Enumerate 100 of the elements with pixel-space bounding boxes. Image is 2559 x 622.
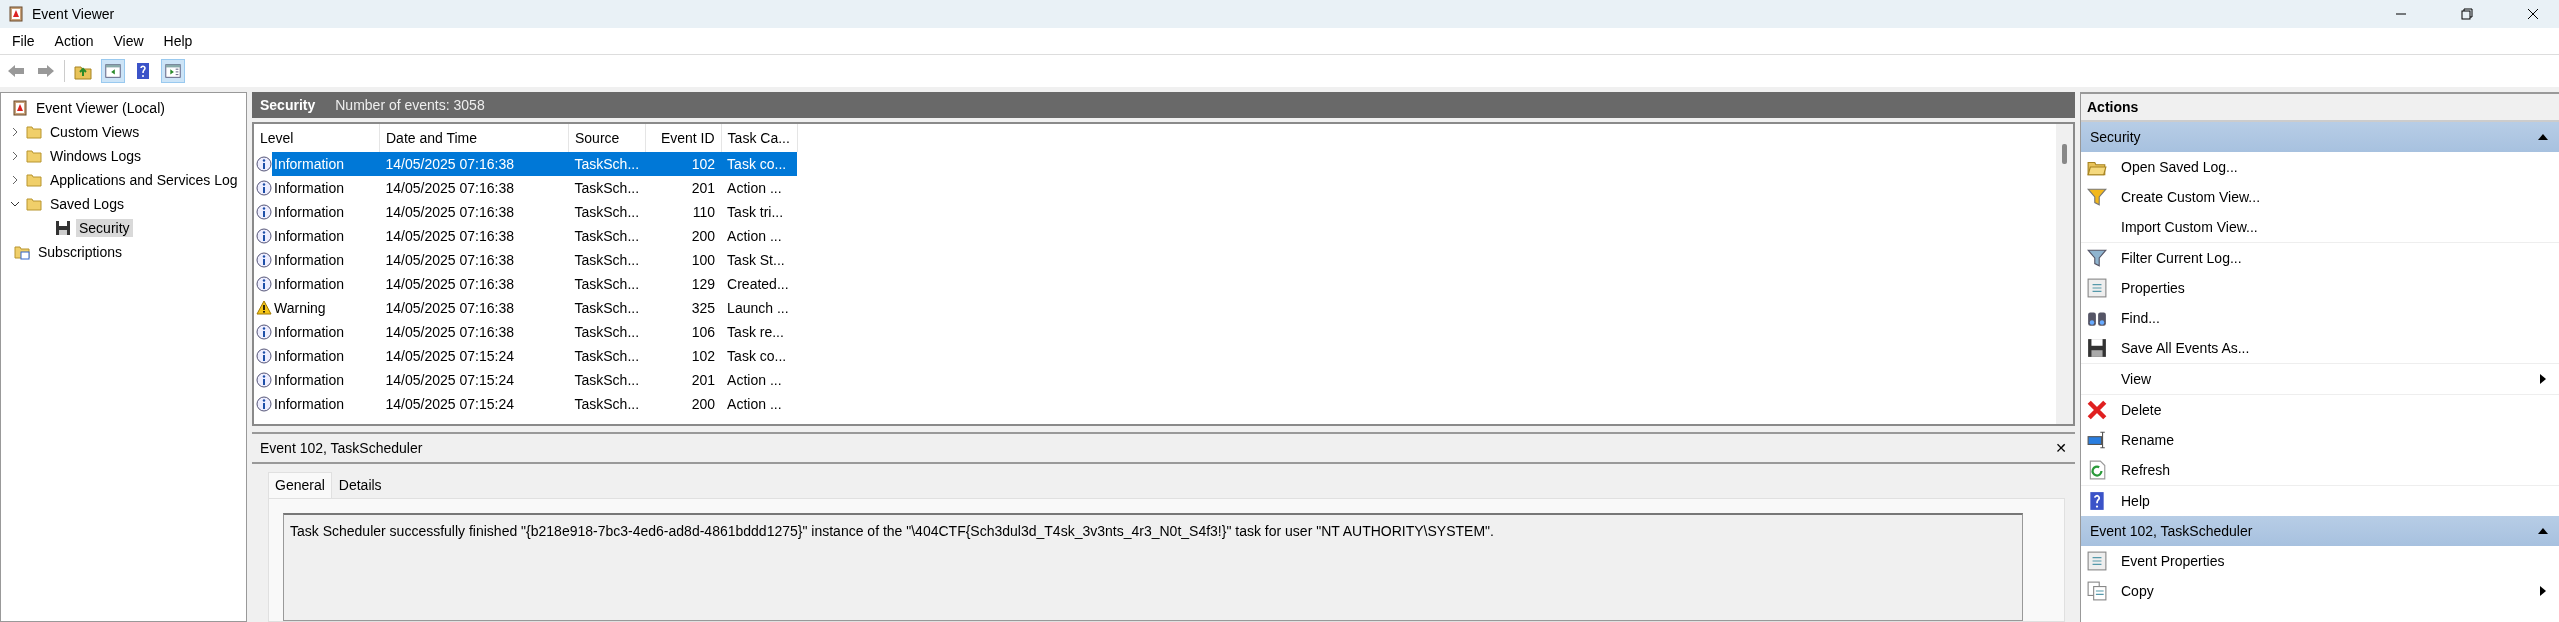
table-cell: 14/05/2025 07:16:38 <box>385 276 514 292</box>
tree-item[interactable]: Windows Logs <box>47 147 145 165</box>
tree-item[interactable]: Custom Views <box>47 123 143 141</box>
table-cell: Task re... <box>727 324 784 340</box>
event-count: Number of events: 3058 <box>335 97 485 113</box>
tree-item[interactable]: Subscriptions <box>35 243 126 261</box>
table-cell: Information <box>274 372 345 388</box>
info-icon <box>256 276 272 292</box>
window-title: Event Viewer <box>32 6 115 22</box>
help-icon <box>2087 491 2107 511</box>
table-cell: 14/05/2025 07:16:38 <box>385 204 514 220</box>
table-cell: Action ... <box>727 180 782 196</box>
close-button[interactable]: ✕ <box>2055 440 2067 456</box>
info-icon <box>256 324 272 340</box>
group-title: Security <box>2090 129 2141 145</box>
pane-command[interactable]: Copy <box>2121 583 2154 599</box>
table-cell: Task tri... <box>727 204 784 220</box>
pane-command[interactable]: View <box>2121 371 2152 387</box>
pane-command[interactable]: Help <box>2121 493 2150 509</box>
event-viewer-icon <box>12 100 28 116</box>
pane-command[interactable]: Open Saved Log... <box>2121 159 2238 175</box>
chevron-right-icon[interactable] <box>10 175 20 185</box>
table-cell: 325 <box>691 300 716 316</box>
table-cell: Information <box>274 348 345 364</box>
close-icon[interactable] <box>2527 8 2539 20</box>
folder-calendar-icon <box>14 244 30 260</box>
table-cell: 129 <box>691 276 716 292</box>
action-pane-icon[interactable] <box>161 59 185 83</box>
table-cell: Task St... <box>727 252 785 268</box>
actions-title: Actions <box>2087 99 2139 115</box>
menu-item[interactable]: View <box>105 31 152 51</box>
table-cell: Information <box>274 180 345 196</box>
collapse-icon[interactable] <box>2537 133 2549 141</box>
pane-command[interactable]: Properties <box>2121 280 2185 296</box>
pane-command[interactable]: Refresh <box>2121 462 2171 478</box>
table-cell: 102 <box>691 156 716 172</box>
pane-command[interactable]: Event Properties <box>2121 553 2225 569</box>
table-cell: Task co... <box>727 156 787 172</box>
chevron-right-icon[interactable] <box>10 127 20 137</box>
menu-item[interactable]: Action <box>46 31 102 51</box>
table-cell: 200 <box>691 228 716 244</box>
pane-command[interactable]: Rename <box>2121 432 2174 448</box>
table-cell: 106 <box>691 324 716 340</box>
group-title: Event 102, TaskScheduler <box>2090 523 2253 539</box>
event-message: Task Scheduler successfully finished "{b218e918-7bc3-4ed6-ad8d-4861bddd1275}" instance of the "\404CTF{Sch3dul3d_T4sk_3v3nts_4r3_N0t_S4f3!}" task for user "NT AUTHORITY\SYSTEM". <box>290 523 1494 539</box>
table-cell: 14/05/2025 07:16:38 <box>385 300 514 316</box>
collapse-icon[interactable] <box>2537 527 2549 535</box>
chevron-down-icon[interactable] <box>10 199 20 209</box>
scrollbar[interactable] <box>2056 124 2073 424</box>
table-cell: Warning <box>274 300 326 316</box>
table-cell: TaskSch... <box>574 204 640 220</box>
tree-item[interactable]: Applications and Services Log <box>47 171 241 189</box>
table-cell: 14/05/2025 07:15:24 <box>385 348 514 364</box>
group-header[interactable]: Security <box>2081 122 2559 152</box>
table-cell: 14/05/2025 07:16:38 <box>385 228 514 244</box>
table-cell: Created... <box>727 276 789 292</box>
refresh-icon <box>2087 460 2107 480</box>
table-cell: TaskSch... <box>574 324 640 340</box>
table-cell: TaskSch... <box>574 180 640 196</box>
table-cell: TaskSch... <box>574 300 640 316</box>
group-header[interactable]: Event 102, TaskScheduler <box>2081 516 2559 546</box>
tab[interactable]: Details <box>331 472 389 498</box>
table-cell: 110 <box>692 204 716 220</box>
copy-icon <box>2087 581 2107 601</box>
menu-item[interactable]: File <box>4 31 43 51</box>
pane-toggle-icon[interactable] <box>101 59 125 83</box>
info-icon <box>256 396 272 412</box>
folder-icon <box>26 196 42 212</box>
table-cell: 201 <box>691 180 716 196</box>
menu-item[interactable]: Help <box>155 31 201 51</box>
tree-item[interactable]: Security <box>76 219 133 237</box>
tree-item[interactable]: Event Viewer (Local) <box>33 99 168 117</box>
log-name: Security <box>260 97 316 113</box>
table-cell: Information <box>274 156 345 172</box>
table-cell: 14/05/2025 07:16:38 <box>385 180 514 196</box>
folder-icon <box>26 172 42 188</box>
pane-command[interactable]: Create Custom View... <box>2121 189 2261 205</box>
table-cell: Information <box>274 324 345 340</box>
pane-command[interactable]: Find... <box>2121 310 2160 326</box>
pane-command[interactable]: Save All Events As... <box>2121 340 2250 356</box>
folder-icon <box>26 148 42 164</box>
tab[interactable]: General <box>268 472 332 498</box>
pane-command[interactable]: Filter Current Log... <box>2121 250 2242 266</box>
info-icon <box>256 228 272 244</box>
info-icon <box>256 180 272 196</box>
info-icon <box>256 156 272 172</box>
scroll-thumb[interactable] <box>2062 144 2067 164</box>
info-icon <box>256 372 272 388</box>
table-cell: Action ... <box>727 372 782 388</box>
restore-icon[interactable] <box>2461 8 2473 20</box>
table-cell: Information <box>274 204 345 220</box>
pane-command[interactable]: Import Custom View... <box>2121 219 2258 235</box>
delete-icon <box>2087 400 2107 420</box>
table-cell: TaskSch... <box>574 372 640 388</box>
tree-item[interactable]: Saved Logs <box>47 195 127 213</box>
pane-command[interactable]: Delete <box>2121 402 2162 418</box>
properties-icon <box>2087 278 2107 298</box>
rename-icon <box>2087 430 2107 450</box>
chevron-right-icon[interactable] <box>10 151 20 161</box>
warning-icon <box>256 300 272 316</box>
